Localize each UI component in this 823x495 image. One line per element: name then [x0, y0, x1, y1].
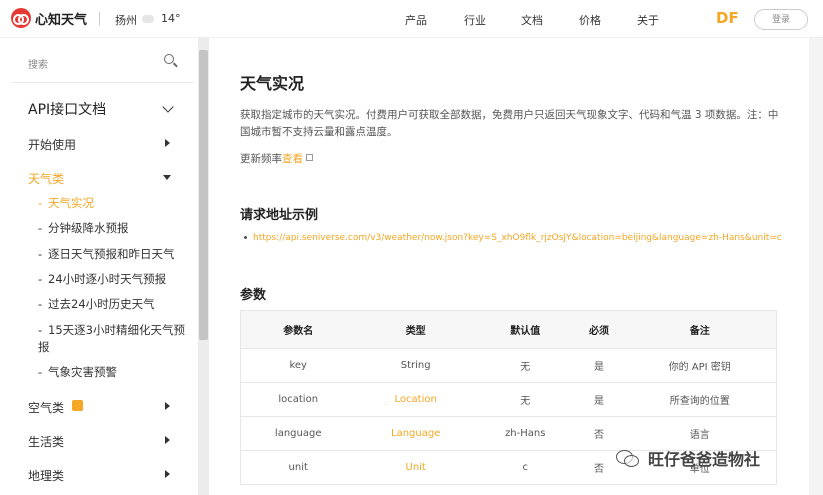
bullet-icon	[244, 236, 247, 239]
freq-link[interactable]: 查看	[282, 153, 303, 165]
sidebar-scroll-thumb[interactable]	[199, 50, 208, 340]
nav-industry[interactable]: 行业	[464, 12, 486, 28]
table-cell: 是	[574, 348, 624, 383]
nav-docs[interactable]: 文档	[521, 12, 543, 28]
sidebar-subitem-daily[interactable]: - 逐日天气预报和昨日天气	[38, 246, 175, 262]
doc-title[interactable]: API接口文档	[28, 99, 106, 119]
cloud-icon	[142, 15, 154, 23]
sidebar-subitem-alarm[interactable]: - 气象灾害预警	[38, 364, 117, 380]
caret-right-icon[interactable]	[165, 436, 170, 444]
table-cell: 无	[475, 348, 575, 383]
sidebar-item-start[interactable]: 开始使用	[28, 136, 76, 153]
external-link-icon[interactable]	[306, 154, 313, 161]
table-cell: 所查询的位置	[623, 382, 777, 417]
sidebar-item-air[interactable]: 空气类	[28, 399, 64, 416]
request-url-item: https://api.seniverse.com/v3/weather/now…	[244, 233, 782, 243]
page-description: 获取指定城市的天气实况。付费用户可获取全部数据，免费用户只返回天气现象文字、代码…	[240, 109, 779, 138]
brand-mark: DF	[716, 9, 739, 27]
sidebar-divider	[12, 82, 194, 83]
sidebar-subitem-hourly[interactable]: -24小时逐小时天气预报	[38, 271, 166, 287]
freq-label: 更新频率	[240, 153, 282, 165]
caret-right-icon[interactable]	[165, 139, 170, 147]
temperature-label: 14°	[161, 12, 181, 25]
search-input[interactable]: 搜索	[28, 60, 48, 71]
watermark-text: 旺仔爸爸造物社	[648, 450, 761, 469]
sidebar: 搜索 API接口文档 开始使用 天气类 - 天气实况 - 分钟级降水预报 - 逐日天气…	[0, 38, 198, 495]
sidebar-subitem-now[interactable]: - 天气实况	[38, 195, 94, 211]
table-cell: key	[240, 348, 356, 383]
watermark: 旺仔爸爸造物社	[616, 446, 760, 470]
sidebar-subitem-history[interactable]: - 过去24小时历史天气	[38, 296, 155, 312]
nav-products[interactable]: 产品	[405, 12, 427, 28]
logo-icon	[11, 8, 31, 28]
col-header: 默认值	[475, 310, 575, 349]
table-cell: zh-Hans	[475, 416, 575, 451]
sidebar-item-weather[interactable]: 天气类	[28, 170, 64, 187]
table-row: key String 无 是 你的 API 密钥	[240, 348, 777, 383]
logo[interactable]: 心知天气	[11, 8, 87, 28]
table-cell: String	[355, 348, 476, 383]
city-label[interactable]: 扬州	[115, 12, 137, 28]
page-title: 天气实况	[240, 74, 305, 93]
col-header: 备注	[623, 310, 777, 349]
table-header-row: 参数名 类型 默认值 必须 备注	[240, 310, 777, 349]
sidebar-subitem-minutely[interactable]: - 分钟级降水预报	[38, 220, 129, 236]
sidebar-subitem-grid[interactable]: -15天逐3小时精细化天气预报	[38, 322, 188, 356]
col-header: 类型	[355, 310, 476, 349]
table-cell: 你的 API 密钥	[623, 348, 777, 383]
login-button[interactable]: 登录	[754, 9, 808, 30]
update-frequency: 更新频率查看	[240, 151, 313, 166]
search-box[interactable]: 搜索	[28, 53, 176, 71]
main-content: 天气实况 获取指定城市的天气实况。付费用户可获取全部数据，免费用户只返回天气现象…	[209, 38, 809, 495]
caret-right-icon[interactable]	[165, 402, 170, 410]
chevron-down-icon[interactable]	[162, 101, 174, 113]
top-bar: 心知天气 扬州 14° 产品 行业 文档 价格 关于 DF 登录	[0, 0, 823, 38]
sidebar-item-life[interactable]: 生活类	[28, 433, 64, 450]
table-cell: language	[240, 416, 356, 451]
table-cell: unit	[240, 450, 356, 485]
table-cell: 是	[574, 382, 624, 417]
wechat-icon	[616, 448, 640, 468]
caret-right-icon[interactable]	[165, 470, 170, 478]
nav-pricing[interactable]: 价格	[579, 12, 601, 28]
col-header: 参数名	[240, 310, 356, 349]
logo-text: 心知天气	[35, 12, 88, 28]
type-link[interactable]: Language	[355, 416, 476, 451]
table-cell: location	[240, 382, 356, 417]
table-cell: c	[475, 450, 575, 485]
nav-about[interactable]: 关于	[637, 12, 659, 28]
type-link[interactable]: Unit	[355, 450, 476, 485]
table-row: location Location 无 是 所查询的位置	[240, 382, 777, 417]
request-heading: 请求地址示例	[240, 208, 319, 223]
caret-down-icon[interactable]	[163, 175, 171, 180]
new-badge-icon	[72, 400, 83, 411]
header-divider	[99, 12, 100, 26]
table-cell: 无	[475, 382, 575, 417]
search-icon[interactable]	[164, 54, 174, 64]
type-link[interactable]: Location	[355, 382, 476, 417]
request-url-link[interactable]: https://api.seniverse.com/v3/weather/now…	[253, 233, 782, 243]
sidebar-item-geo[interactable]: 地理类	[28, 467, 64, 484]
params-heading: 参数	[240, 288, 267, 303]
col-header: 必须	[574, 310, 624, 349]
